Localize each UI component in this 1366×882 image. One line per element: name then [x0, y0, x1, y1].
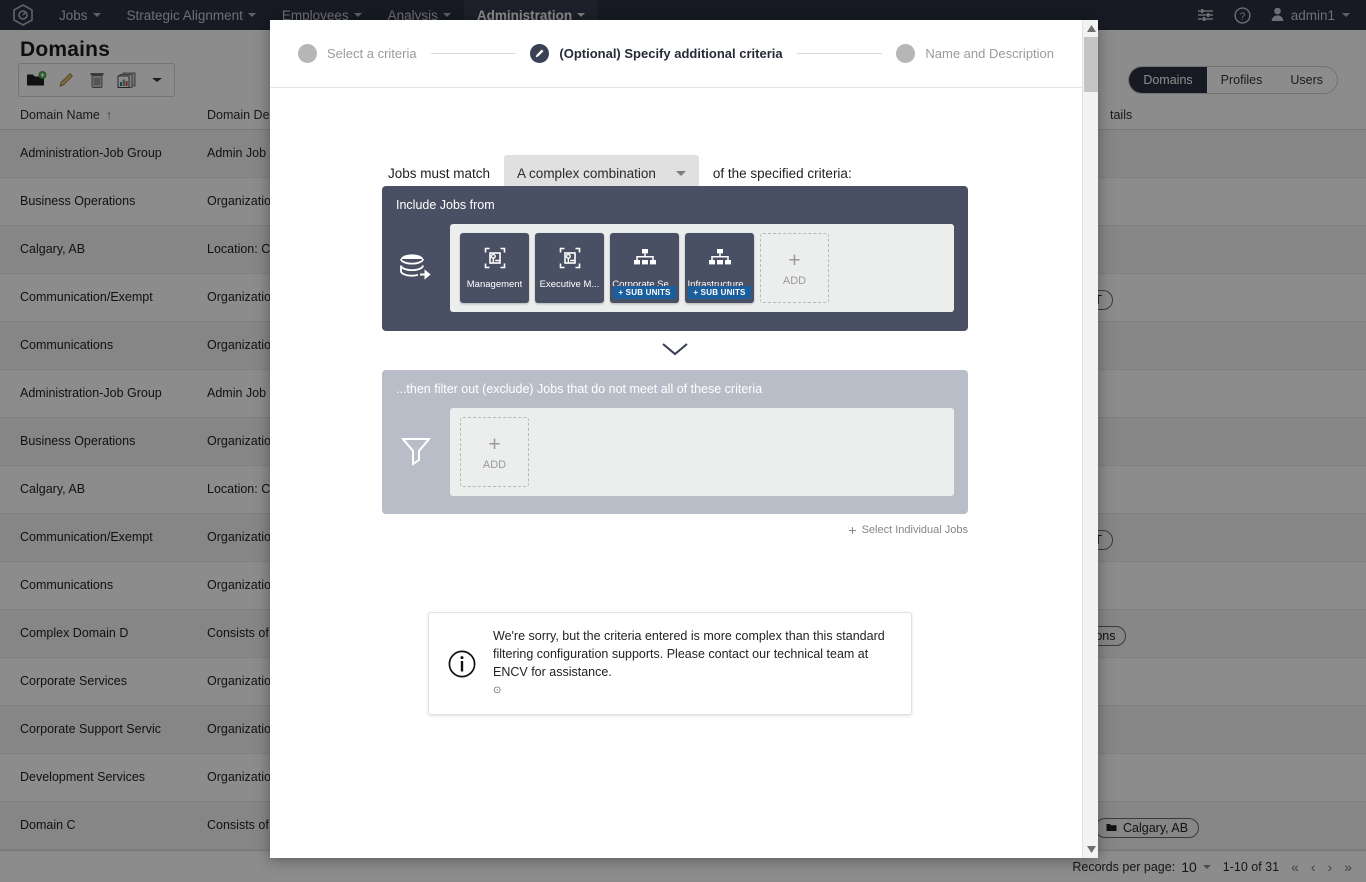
info-message-text: We're sorry, but the criteria entered is…	[493, 627, 893, 700]
include-add-button[interactable]: + ADD	[760, 233, 829, 303]
filter-funnel-icon	[396, 436, 436, 468]
exclude-add-button[interactable]: + ADD	[460, 417, 529, 487]
scroll-down-arrow-icon[interactable]	[1083, 841, 1098, 858]
step-specify-additional-criteria[interactable]: (Optional) Specify additional criteria	[530, 44, 783, 63]
step-dot-icon	[896, 44, 916, 63]
database-include-icon	[396, 253, 436, 283]
step-name-and-description[interactable]: Name and Description	[896, 44, 1054, 63]
app-root: Jobs Strategic Alignment Employees Analy…	[0, 0, 1366, 882]
plus-icon: +	[488, 432, 501, 456]
step-label: (Optional) Specify additional criteria	[559, 46, 783, 61]
step-connector	[430, 53, 517, 54]
exclude-panel-title: ...then filter out (exclude) Jobs that d…	[396, 382, 763, 396]
info-circle-icon	[447, 627, 477, 700]
select-individual-jobs-label: Select Individual Jobs	[861, 524, 968, 536]
wizard-stepper: Select a criteria (Optional) Specify add…	[270, 20, 1082, 88]
info-sub-icon: ⊙	[493, 685, 502, 696]
match-suffix-label: of the specified criteria:	[712, 165, 852, 181]
specify-criteria-dialog: Select a criteria (Optional) Specify add…	[270, 20, 1098, 858]
exclude-tiles-container: + ADD	[450, 408, 954, 496]
plus-icon: +	[848, 522, 857, 538]
step-connector	[796, 53, 883, 54]
job-position-icon	[559, 245, 581, 271]
org-unit-icon	[633, 245, 657, 271]
chevron-down-icon	[662, 343, 688, 361]
pencil-step-icon	[530, 44, 550, 63]
match-prefix-label: Jobs must match	[388, 165, 491, 181]
include-panel-title: Include Jobs from	[396, 198, 495, 212]
add-label: ADD	[782, 274, 807, 287]
step-select-criteria[interactable]: Select a criteria	[298, 44, 417, 63]
chevron-down-icon	[675, 170, 686, 176]
plus-icon: +	[788, 248, 801, 272]
include-jobs-panel: Include Jobs from Management Executive M…	[382, 186, 968, 331]
include-tile-management[interactable]: Management	[460, 233, 529, 303]
dialog-body: Jobs must match A complex combination of…	[270, 88, 1082, 858]
dialog-scrollbar-thumb[interactable]	[1084, 37, 1098, 92]
step-dot-icon	[298, 44, 317, 63]
info-message-body: We're sorry, but the criteria entered is…	[493, 629, 885, 679]
include-tile-infrastructure[interactable]: Infrastructure... + SUB UNITS	[685, 233, 754, 303]
tile-label: Management	[466, 279, 523, 290]
include-tile-corporate-services[interactable]: Corporate Se... + SUB UNITS	[610, 233, 679, 303]
sub-units-badge[interactable]: + SUB UNITS	[688, 286, 751, 299]
match-mode-value: A complex combination	[517, 165, 656, 181]
flow-connector	[382, 343, 968, 361]
include-tiles-container: Management Executive M... Corporate Se..…	[450, 224, 954, 312]
select-individual-jobs-link[interactable]: + Select Individual Jobs	[382, 522, 968, 538]
sub-units-badge[interactable]: + SUB UNITS	[613, 286, 676, 299]
scroll-up-arrow-icon[interactable]	[1083, 20, 1098, 37]
tile-label: Executive M...	[539, 279, 600, 290]
info-message-box: We're sorry, but the criteria entered is…	[428, 612, 912, 715]
exclude-jobs-panel: ...then filter out (exclude) Jobs that d…	[382, 370, 968, 514]
add-label: ADD	[482, 458, 507, 471]
dialog-scrollbar-track[interactable]	[1082, 20, 1098, 858]
include-tile-executive-management[interactable]: Executive M...	[535, 233, 604, 303]
step-label: Select a criteria	[327, 46, 417, 61]
org-unit-icon	[708, 245, 732, 271]
step-label: Name and Description	[925, 46, 1055, 61]
job-position-icon	[484, 245, 506, 271]
